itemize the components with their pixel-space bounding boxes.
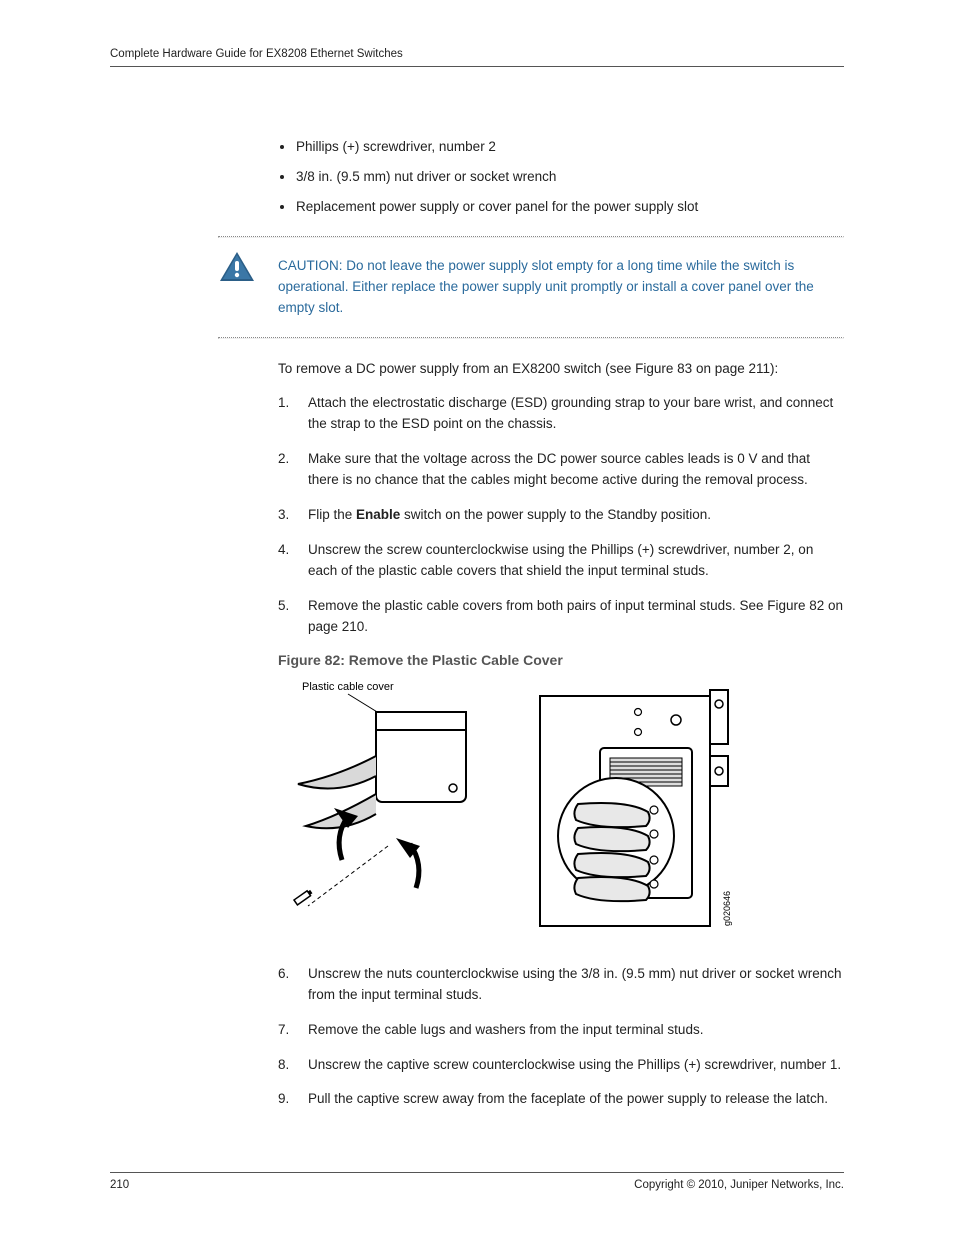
list-item: Phillips (+) screwdriver, number 2 bbox=[278, 137, 844, 158]
steps-list-continued: Unscrew the nuts counterclockwise using … bbox=[278, 964, 844, 1111]
step-item: Flip the Enable switch on the power supp… bbox=[278, 505, 844, 526]
step-text: Remove the cable lugs and washers from t… bbox=[308, 1022, 703, 1037]
caution-text: Do not leave the power supply slot empty… bbox=[278, 258, 814, 315]
step-text: Unscrew the nuts counterclockwise using … bbox=[308, 966, 841, 1002]
step-text-pre: Flip the bbox=[308, 507, 356, 522]
intro-text: To remove a DC power supply from an EX82… bbox=[278, 359, 844, 380]
step-text: Make sure that the voltage across the DC… bbox=[308, 451, 810, 487]
caution-icon bbox=[218, 250, 256, 289]
step-text-post: switch on the power supply to the Standb… bbox=[400, 507, 711, 522]
page-number: 210 bbox=[110, 1179, 129, 1191]
caution-body: CAUTION: Do not leave the power supply s… bbox=[218, 238, 844, 337]
page-footer: 210 Copyright © 2010, Juniper Networks, … bbox=[110, 1172, 844, 1191]
running-header: Complete Hardware Guide for EX8208 Ether… bbox=[110, 48, 844, 67]
copyright-text: Copyright © 2010, Juniper Networks, Inc. bbox=[634, 1179, 844, 1191]
illustration-right: g020646 bbox=[540, 690, 732, 926]
figure-block: Figure 82: Remove the Plastic Cable Cove… bbox=[278, 652, 844, 946]
step-item: Attach the electrostatic discharge (ESD)… bbox=[278, 393, 844, 435]
tools-list: Phillips (+) screwdriver, number 2 3/8 i… bbox=[278, 137, 844, 218]
step-item: Remove the cable lugs and washers from t… bbox=[278, 1020, 844, 1041]
step-text: Unscrew the screw counterclockwise using… bbox=[308, 542, 813, 578]
caution-block: CAUTION: Do not leave the power supply s… bbox=[218, 236, 844, 339]
list-item-text: Phillips (+) screwdriver, number 2 bbox=[296, 139, 496, 154]
illustration-left bbox=[294, 712, 466, 906]
list-item-text: 3/8 in. (9.5 mm) nut driver or socket wr… bbox=[296, 169, 556, 184]
step-text: Remove the plastic cable covers from bot… bbox=[308, 598, 843, 634]
step-item: Unscrew the screw counterclockwise using… bbox=[278, 540, 844, 582]
figure-label-text: Plastic cable cover bbox=[302, 681, 394, 693]
figure-caption: Figure 82: Remove the Plastic Cable Cove… bbox=[278, 652, 844, 668]
svg-text:g020646: g020646 bbox=[722, 891, 732, 926]
step-text: Unscrew the captive screw counterclockwi… bbox=[308, 1057, 841, 1072]
tools-list-wrapper: Phillips (+) screwdriver, number 2 3/8 i… bbox=[278, 137, 844, 218]
step-item: Unscrew the nuts counterclockwise using … bbox=[278, 964, 844, 1006]
list-item-text: Replacement power supply or cover panel … bbox=[296, 199, 698, 214]
step-text: Pull the captive screw away from the fac… bbox=[308, 1091, 828, 1106]
header-title: Complete Hardware Guide for EX8208 Ether… bbox=[110, 48, 403, 60]
step-item: Remove the plastic cable covers from bot… bbox=[278, 596, 844, 638]
figure-image: Plastic cable cover bbox=[278, 676, 844, 946]
divider bbox=[218, 337, 844, 339]
list-item: Replacement power supply or cover panel … bbox=[278, 197, 844, 218]
step-text: Attach the electrostatic discharge (ESD)… bbox=[308, 395, 833, 431]
procedure-block: To remove a DC power supply from an EX82… bbox=[278, 359, 844, 1111]
steps-list: Attach the electrostatic discharge (ESD)… bbox=[278, 393, 844, 637]
step-item: Pull the captive screw away from the fac… bbox=[278, 1089, 844, 1110]
document-page: Complete Hardware Guide for EX8208 Ether… bbox=[0, 0, 954, 1235]
step-item: Make sure that the voltage across the DC… bbox=[278, 449, 844, 491]
list-item: 3/8 in. (9.5 mm) nut driver or socket wr… bbox=[278, 167, 844, 188]
caution-label: CAUTION: bbox=[278, 258, 343, 273]
step-text-bold: Enable bbox=[356, 507, 400, 522]
step-item: Unscrew the captive screw counterclockwi… bbox=[278, 1055, 844, 1076]
